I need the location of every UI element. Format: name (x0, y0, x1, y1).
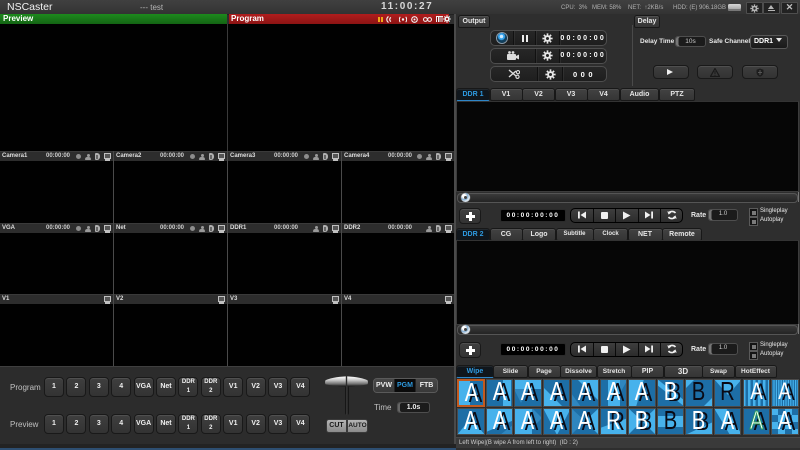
svg-text:A: A (549, 379, 563, 406)
svg-text:A: A (778, 408, 792, 435)
svg-text:A: A (607, 379, 621, 406)
svg-text:A: A (492, 379, 506, 406)
svg-text:R: R (720, 379, 735, 406)
svg-text:R: R (606, 408, 621, 435)
svg-text:A: A (635, 379, 649, 406)
svg-text:A: A (465, 380, 479, 407)
svg-text:A: A (521, 379, 535, 406)
svg-text:B: B (692, 379, 706, 406)
svg-text:A: A (464, 408, 478, 435)
svg-text:A: A (578, 408, 592, 435)
svg-text:A: A (549, 408, 563, 435)
svg-text:B: B (692, 408, 706, 435)
svg-text:A: A (749, 408, 763, 435)
svg-text:B: B (635, 408, 649, 435)
svg-text:A: A (492, 408, 506, 435)
svg-text:A: A (721, 408, 735, 435)
svg-text:B: B (664, 408, 678, 435)
svg-text:A: A (578, 379, 592, 406)
svg-text:A: A (521, 408, 535, 435)
svg-text:B: B (664, 379, 678, 406)
svg-text:A: A (778, 379, 791, 405)
svg-text:A: A (750, 379, 763, 405)
